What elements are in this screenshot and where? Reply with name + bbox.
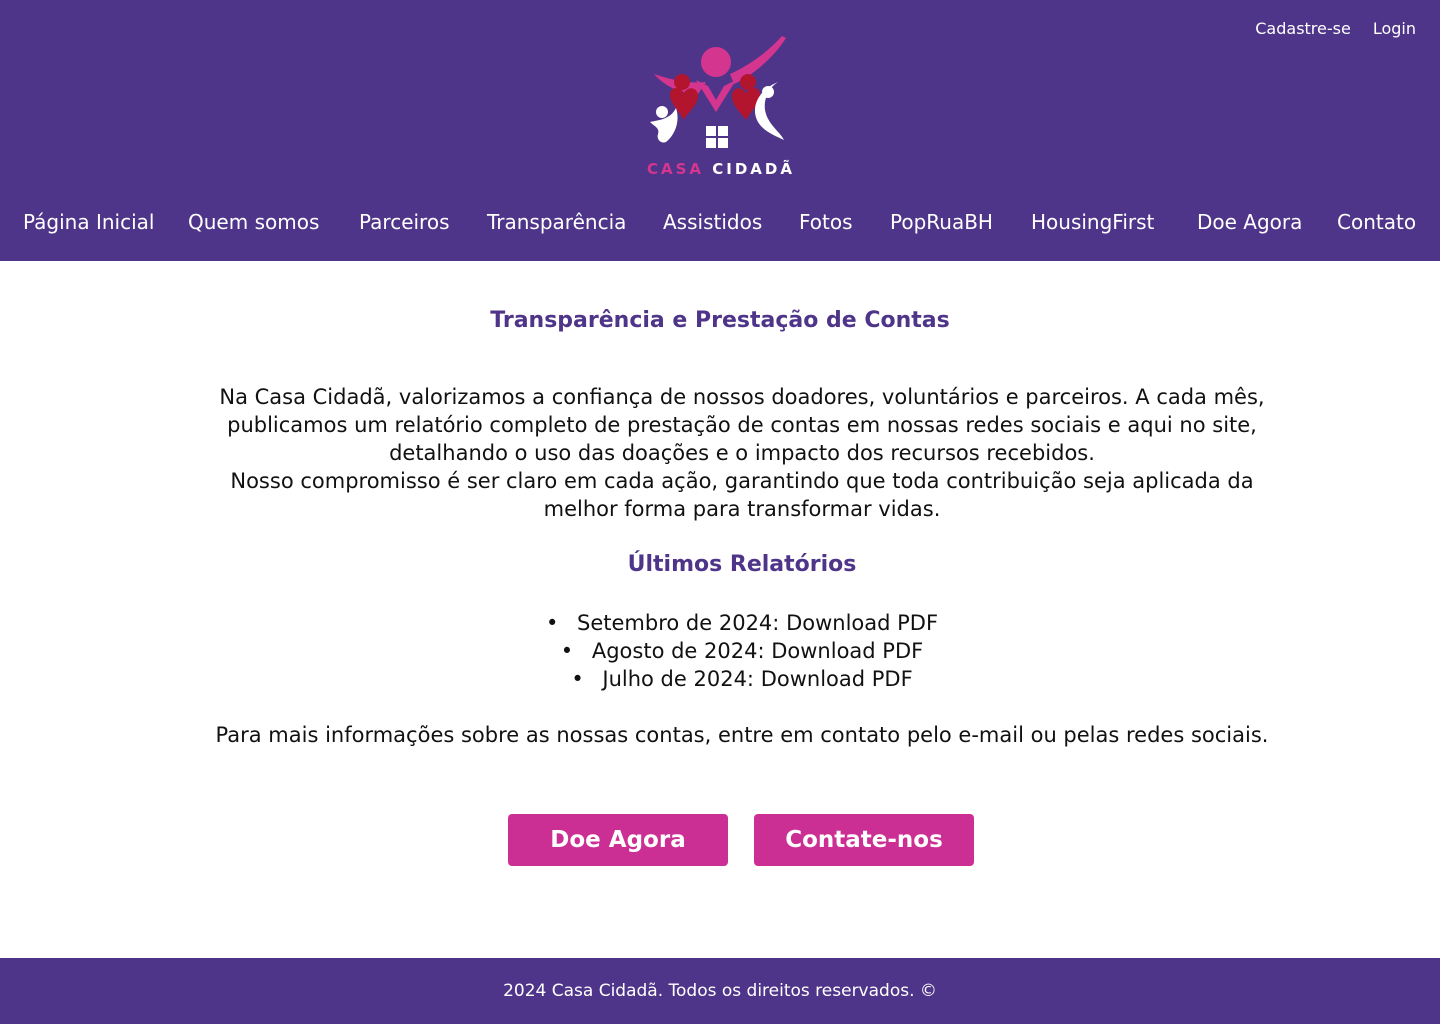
contact-button[interactable]: Contate-nos (754, 814, 974, 866)
nav-item-assistidos[interactable]: Assistidos (663, 207, 762, 237)
report-period: Julho de 2024: (602, 667, 755, 691)
page-title: Transparência e Prestação de Contas (490, 308, 950, 333)
copyright-text: 2024 Casa Cidadã. Todos os direitos rese… (503, 981, 937, 1001)
list-item: Setembro de 2024: Download PDF (22, 609, 1440, 637)
nav-item-parceiros[interactable]: Parceiros (359, 207, 450, 237)
nav-item-contato[interactable]: Contato (1337, 207, 1416, 237)
nav-item-fotos[interactable]: Fotos (799, 207, 853, 237)
intro-line: detalhando o uso das doações e o impacto… (389, 441, 1095, 465)
logo-word-cidada: CIDADÃ (712, 160, 795, 178)
download-pdf-link[interactable]: Download PDF (786, 611, 938, 635)
report-period: Setembro de 2024: (577, 611, 780, 635)
intro-line: publicamos um relatório completo de pres… (227, 413, 1257, 437)
logo-wordmark: CASA CIDADÃ (636, 160, 806, 178)
intro-line: Na Casa Cidadã, valorizamos a confiança … (219, 385, 1265, 409)
download-pdf-link[interactable]: Download PDF (771, 639, 923, 663)
nav-item-doe-agora[interactable]: Doe Agora (1197, 207, 1302, 237)
list-item: Julho de 2024: Download PDF (22, 665, 1440, 693)
auth-links: Cadastre-se Login (1255, 19, 1416, 39)
nav-item-housingfirst[interactable]: HousingFirst (1031, 207, 1154, 237)
intro-paragraph: Na Casa Cidadã, valorizamos a confiança … (190, 383, 1294, 523)
download-pdf-link[interactable]: Download PDF (761, 667, 913, 691)
signup-link[interactable]: Cadastre-se (1255, 19, 1351, 39)
reports-heading: Últimos Relatórios (627, 552, 857, 577)
login-link[interactable]: Login (1373, 19, 1416, 39)
main-nav: Página Inicial Quem somos Parceiros Tran… (0, 207, 1440, 237)
nav-item-pagina-inicial[interactable]: Página Inicial (23, 207, 154, 237)
site-footer: 2024 Casa Cidadã. Todos os direitos rese… (0, 958, 1440, 1024)
intro-line: melhor forma para transformar vidas. (543, 497, 941, 521)
list-item: Agosto de 2024: Download PDF (22, 637, 1440, 665)
nav-item-popruabh[interactable]: PopRuaBH (890, 207, 993, 237)
families-house-logo-icon (650, 36, 786, 148)
reports-list: Setembro de 2024: Download PDF Agosto de… (22, 609, 1440, 693)
site-header: Cadastre-se Login CASA CIDADÃ Página Ini… (0, 0, 1440, 261)
intro-line: Nosso compromisso é ser claro em cada aç… (230, 469, 1254, 493)
more-info-text: Para mais informações sobre as nossas co… (215, 723, 1269, 747)
donate-button[interactable]: Doe Agora (508, 814, 728, 866)
main-content: Transparência e Prestação de Contas Na C… (0, 261, 1440, 958)
nav-item-transparencia[interactable]: Transparência (487, 207, 626, 237)
logo[interactable]: CASA CIDADÃ (636, 32, 806, 182)
nav-item-quem-somos[interactable]: Quem somos (188, 207, 319, 237)
logo-word-casa: CASA (647, 160, 705, 178)
report-period: Agosto de 2024: (591, 639, 765, 663)
